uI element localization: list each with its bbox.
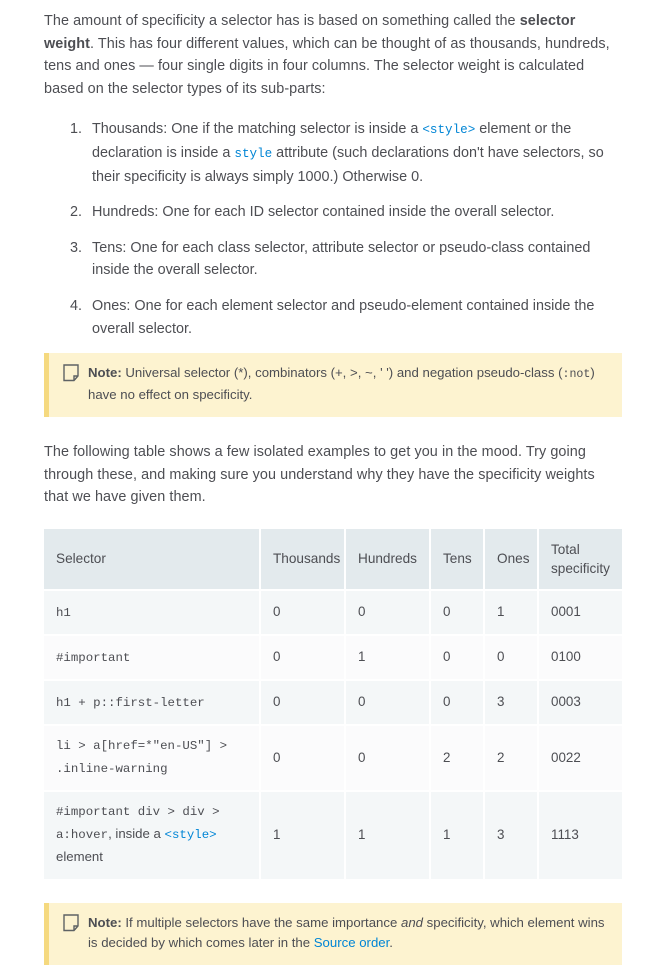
cell-thousands: 0 — [260, 634, 346, 681]
cell-selector: h1 + p::first-letter — [44, 679, 261, 726]
cell-total: 1113 — [538, 790, 622, 881]
column-header-selector: Selector — [44, 528, 261, 591]
cell-ones: 2 — [484, 724, 539, 792]
note-bottom-text-a: If multiple selectors have the same impo… — [121, 914, 401, 930]
column-header-hundreds: Hundreds — [345, 528, 431, 591]
column-header-tens: Tens — [430, 528, 485, 591]
selector-mono: #important — [56, 650, 131, 665]
column-header-total: Total specificity — [538, 528, 622, 591]
table-header-row: Selector Thousands Hundreds Tens Ones To… — [44, 528, 622, 591]
not-pseudo-class-code: :not — [562, 368, 591, 382]
note-document-icon — [63, 914, 79, 932]
note-bottom-label: Note — [88, 914, 118, 930]
specificity-table: Selector Thousands Hundreds Tens Ones To… — [44, 528, 622, 881]
cell-tens: 0 — [430, 589, 485, 636]
cell-thousands: 0 — [260, 679, 346, 726]
table-row: h1 0 0 0 1 0001 — [44, 589, 622, 636]
note-callout-bottom: Note: If multiple selectors have the sam… — [44, 902, 622, 965]
table-row: #important div > div > a:hover, inside a… — [44, 790, 622, 881]
cell-ones: 3 — [484, 790, 539, 881]
cell-tens: 1 — [430, 790, 485, 881]
style-element-code: <style> — [422, 123, 476, 138]
table-body: h1 0 0 0 1 0001 #important 0 1 0 0 0100 … — [44, 589, 622, 881]
cell-hundreds: 1 — [345, 634, 431, 681]
source-order-link[interactable]: Source order — [314, 935, 390, 950]
cell-ones: 3 — [484, 679, 539, 726]
selector-sans: , inside a — [108, 825, 165, 841]
selector-mono: h1 + p::first-letter — [56, 695, 205, 710]
cell-total: 0001 — [538, 589, 622, 636]
note-bottom-emphasis: and — [400, 914, 423, 930]
cell-selector: #important div > div > a:hover, inside a… — [44, 790, 261, 881]
table-head: Selector Thousands Hundreds Tens Ones To… — [44, 528, 622, 591]
cell-total: 0003 — [538, 679, 622, 726]
cell-selector: li > a[href=*"en-US"] > .inline-warning — [44, 724, 261, 792]
selector-mono: li > a[href=*"en-US"] > .inline-warning — [56, 738, 228, 776]
list-item-ones: Ones: One for each element selector and … — [86, 295, 622, 340]
cell-thousands: 1 — [260, 790, 346, 881]
cell-hundreds: 0 — [345, 589, 431, 636]
cell-ones: 0 — [484, 634, 539, 681]
cell-total: 0022 — [538, 724, 622, 792]
note-top-body: Note: Universal selector (*), combinator… — [88, 363, 608, 405]
intro-text-part1: The amount of specificity a selector has… — [44, 13, 520, 29]
column-header-ones: Ones — [484, 528, 539, 591]
article-content: The amount of specificity a selector has… — [0, 0, 649, 965]
note-top-label: Note — [88, 365, 118, 381]
cell-hundreds: 0 — [345, 724, 431, 792]
cell-ones: 1 — [484, 589, 539, 636]
cell-tens: 0 — [430, 634, 485, 681]
table-row: #important 0 1 0 0 0100 — [44, 634, 622, 681]
cell-selector: h1 — [44, 589, 261, 636]
list-item-tens: Tens: One for each class selector, attri… — [86, 237, 622, 282]
column-header-thousands: Thousands — [260, 528, 346, 591]
cell-thousands: 0 — [260, 724, 346, 792]
note-bottom-text-c: . — [389, 934, 393, 950]
intro-text-part2: . This has four different values, which … — [44, 35, 610, 97]
list-item-thousands: Thousands: One if the matching selector … — [86, 118, 622, 188]
table-row: h1 + p::first-letter 0 0 0 3 0003 — [44, 679, 622, 726]
cell-hundreds: 1 — [345, 790, 431, 881]
selector-style-code: <style> — [164, 827, 217, 842]
style-attribute-code: style — [234, 146, 273, 161]
table-row: li > a[href=*"en-US"] > .inline-warning … — [44, 724, 622, 792]
note-callout-top: Note: Universal selector (*), combinator… — [44, 353, 622, 418]
cell-tens: 0 — [430, 679, 485, 726]
cell-total: 0100 — [538, 634, 622, 681]
list-item-hundreds: Hundreds: One for each ID selector conta… — [86, 201, 622, 224]
cell-selector: #important — [44, 634, 261, 681]
note-bottom-body: Note: If multiple selectors have the sam… — [88, 913, 608, 953]
cell-tens: 2 — [430, 724, 485, 792]
note-document-icon — [63, 364, 79, 382]
specificity-list: Thousands: One if the matching selector … — [44, 118, 622, 340]
selector-mono: h1 — [56, 605, 71, 620]
item1-text-a: Thousands: One if the matching selector … — [92, 121, 423, 138]
selector-tail: element — [56, 848, 103, 864]
table-intro-paragraph: The following table shows a few isolated… — [44, 444, 595, 506]
note-callout-bottom-wrapper: Note: If multiple selectors have the sam… — [44, 902, 622, 965]
specificity-table-wrapper: Selector Thousands Hundreds Tens Ones To… — [44, 528, 622, 881]
intro-paragraph: The amount of specificity a selector has… — [44, 10, 622, 100]
note-top-text-a: Universal selector (*), combinators (+, … — [121, 365, 563, 381]
cell-thousands: 0 — [260, 589, 346, 636]
cell-hundreds: 0 — [345, 679, 431, 726]
